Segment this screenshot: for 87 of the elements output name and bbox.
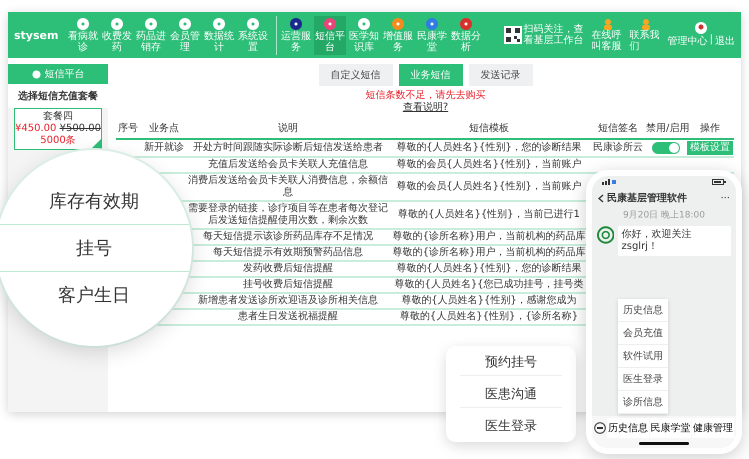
column-header: 短信签名 [590, 118, 646, 140]
table-cell: 尊敬的会员{人员姓名}{性别}，当前账户 [396, 181, 582, 193]
nav-item[interactable]: 看病就诊 [67, 16, 99, 54]
column-header: 业务点 [140, 118, 188, 140]
nav-item[interactable]: 运营服务 [280, 16, 312, 54]
avatar-icon [695, 22, 708, 34]
message-time: 9月20日 晚上18:00 [622, 209, 706, 222]
table-cell: 尊敬的{人员姓名}{您已成功挂号，挂号类 [394, 279, 584, 291]
package-name: 套餐四 [43, 111, 73, 123]
nav-item[interactable]: 增值服务 [382, 16, 414, 54]
chat-bubble: 你好，欢迎关注 zsglrj！ [618, 226, 731, 256]
separator-text: | [710, 34, 713, 47]
table-cell: 消费后发送给会员卡关联人消费信息，余额信息 [188, 175, 388, 199]
table-cell: 尊敬的会员{人员姓名}{性别}，当前账户 [396, 159, 582, 171]
menu-item[interactable]: 会员充值 [618, 322, 668, 345]
menu-item[interactable]: 历史信息 [618, 299, 668, 322]
table-cell: 尊敬的{人员姓名}{性别}，{诊所名称} [400, 311, 578, 323]
sidebar-title[interactable]: 短信平台 [8, 64, 108, 84]
package-card[interactable]: 套餐四 ¥450.00 ¥500.00 5000条 [14, 108, 102, 150]
column-header: 序号 [116, 118, 140, 140]
header-link[interactable]: 在线呼叫客服 [592, 18, 624, 52]
magnified-text: 客户生日 [58, 284, 130, 307]
logout-link[interactable]: 退出 [715, 34, 735, 48]
magnified-text: 库存有效期 [49, 190, 139, 213]
table-cell: 发药收费后短信提醒 [243, 263, 333, 275]
person-icon [602, 18, 614, 30]
table-cell: 民康诊所云 [593, 142, 643, 154]
nav-item[interactable]: 收费发药 [101, 16, 133, 54]
column-header: 说明 [188, 118, 388, 140]
table-cell: 患者生日发送祝福提醒 [238, 311, 338, 323]
table-cell: 新开就诊 [144, 142, 184, 154]
tab[interactable]: 发送记录 [468, 64, 532, 86]
callout-text: 预约挂号 [485, 354, 537, 370]
qr-code-icon [504, 26, 522, 44]
table-cell: 尊敬的{诊所名称}用户，当前机构的药品库 [392, 247, 586, 259]
table-cell: 尊敬的{诊所名称}用户，当前机构的药品库 [392, 231, 586, 243]
nav-item[interactable]: 医学知识库 [348, 16, 380, 54]
admin-center-link[interactable]: 管理中心 [668, 34, 708, 48]
table-cell: 尊敬的{人员姓名}{性别}，您的诊断结果 [396, 263, 582, 275]
help-link[interactable]: 查看说明? [402, 102, 448, 114]
package-quota: 5000条 [40, 135, 76, 147]
nav-item[interactable]: 系统设置 [237, 16, 269, 54]
logo-avatar-icon [597, 226, 614, 244]
nav-item[interactable]: 药品进销存 [135, 16, 167, 54]
logo-text: stysem [14, 28, 60, 42]
table-cell: 需要登录的链接，诊疗项目等在患者每次登记后发送短信提醒使用次数，剩余次数 [188, 203, 388, 227]
warning-text: 短信条数不足，请先去购买 [366, 90, 486, 102]
person-icon [640, 18, 652, 30]
callout-text: 医生登录 [485, 419, 537, 434]
package-price: ¥450.00 [15, 123, 56, 134]
menu-item[interactable]: 软件试用 [618, 345, 668, 368]
table-cell: 每天短信提示该诊所药品库存不足情况 [203, 231, 373, 243]
menu-tab[interactable]: 民康学堂 [650, 418, 692, 438]
nav-item[interactable]: 会员管理 [169, 16, 201, 54]
table-cell: 开处方时间跟随实际诊断后短信发送给患者 [193, 142, 383, 154]
nav-item[interactable]: 数据分析 [450, 16, 482, 54]
nav-item[interactable]: 短信平台 [314, 16, 346, 54]
menu-tab[interactable]: 历史信息 [607, 418, 649, 438]
package-heading: 选择短信充值套餐 [8, 84, 108, 108]
template-settings-button[interactable]: 模板设置 [687, 141, 733, 155]
column-header: 短信模板 [388, 118, 590, 140]
table-cell: 新增患者发送诊所欢迎语及诊所相关信息 [198, 295, 378, 307]
toggle-switch[interactable] [652, 142, 680, 154]
more-button[interactable]: ··· [720, 192, 730, 204]
column-header: 禁用/启用 [646, 118, 686, 140]
menu-item[interactable]: 诊所信息 [618, 391, 668, 414]
menu-item[interactable]: 医生登录 [618, 368, 668, 391]
qr-caption: 扫码关注，查看基层工作台 [524, 24, 585, 46]
tab[interactable]: 自定义短信 [318, 64, 392, 86]
table-cell: 挂号收费后短信提醒 [243, 279, 333, 291]
menu-tab[interactable]: 健康管理 [692, 418, 734, 438]
back-icon[interactable] [598, 194, 604, 202]
callout-text: 医患沟通 [485, 386, 537, 402]
table-cell: 充值后发送给会员卡关联人充值信息 [208, 159, 368, 171]
signal-icon [602, 179, 616, 185]
nav-item[interactable]: 民康学堂 [416, 16, 448, 54]
header-link[interactable]: 联系我们 [630, 18, 662, 52]
original-price: ¥500.00 [60, 123, 101, 134]
tab[interactable]: 业务短信 [398, 64, 462, 86]
magnified-text: 挂号 [76, 237, 112, 260]
nav-item[interactable]: 数据统计 [203, 16, 235, 54]
chat-title: 民康基层管理软件 [607, 192, 688, 205]
battery-icon [712, 179, 726, 185]
table-cell: 每天短信提示有效期预警药品信息 [213, 247, 363, 259]
table-cell: 尊敬的{人员姓名}{性别}，您的诊断结果 [396, 142, 582, 154]
table-cell: 尊敬的{人员姓名}{性别}，感谢您成为 [401, 295, 577, 307]
table-cell: 尊敬的{人员姓名}{性别}，当前已进行1 [398, 209, 580, 221]
